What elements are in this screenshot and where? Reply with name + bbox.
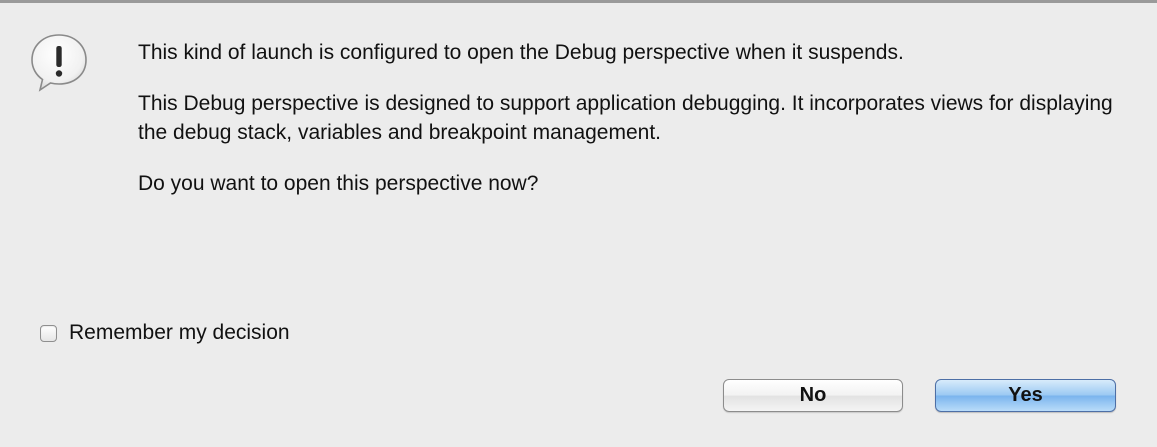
remember-decision-label[interactable]: Remember my decision (69, 321, 290, 345)
dialog-message: This kind of launch is configured to ope… (138, 38, 1128, 198)
remember-decision-row[interactable]: Remember my decision (40, 321, 290, 345)
debug-perspective-dialog: This kind of launch is configured to ope… (0, 0, 1157, 447)
message-detail: This Debug perspective is designed to su… (138, 92, 1113, 144)
message-question: Do you want to open this perspective now… (138, 172, 539, 195)
yes-button[interactable]: Yes (935, 379, 1116, 412)
remember-decision-checkbox[interactable] (40, 324, 57, 342)
warning-speech-bubble-icon (28, 31, 90, 93)
message-summary: This kind of launch is configured to ope… (138, 41, 904, 64)
no-button[interactable]: No (723, 379, 903, 412)
